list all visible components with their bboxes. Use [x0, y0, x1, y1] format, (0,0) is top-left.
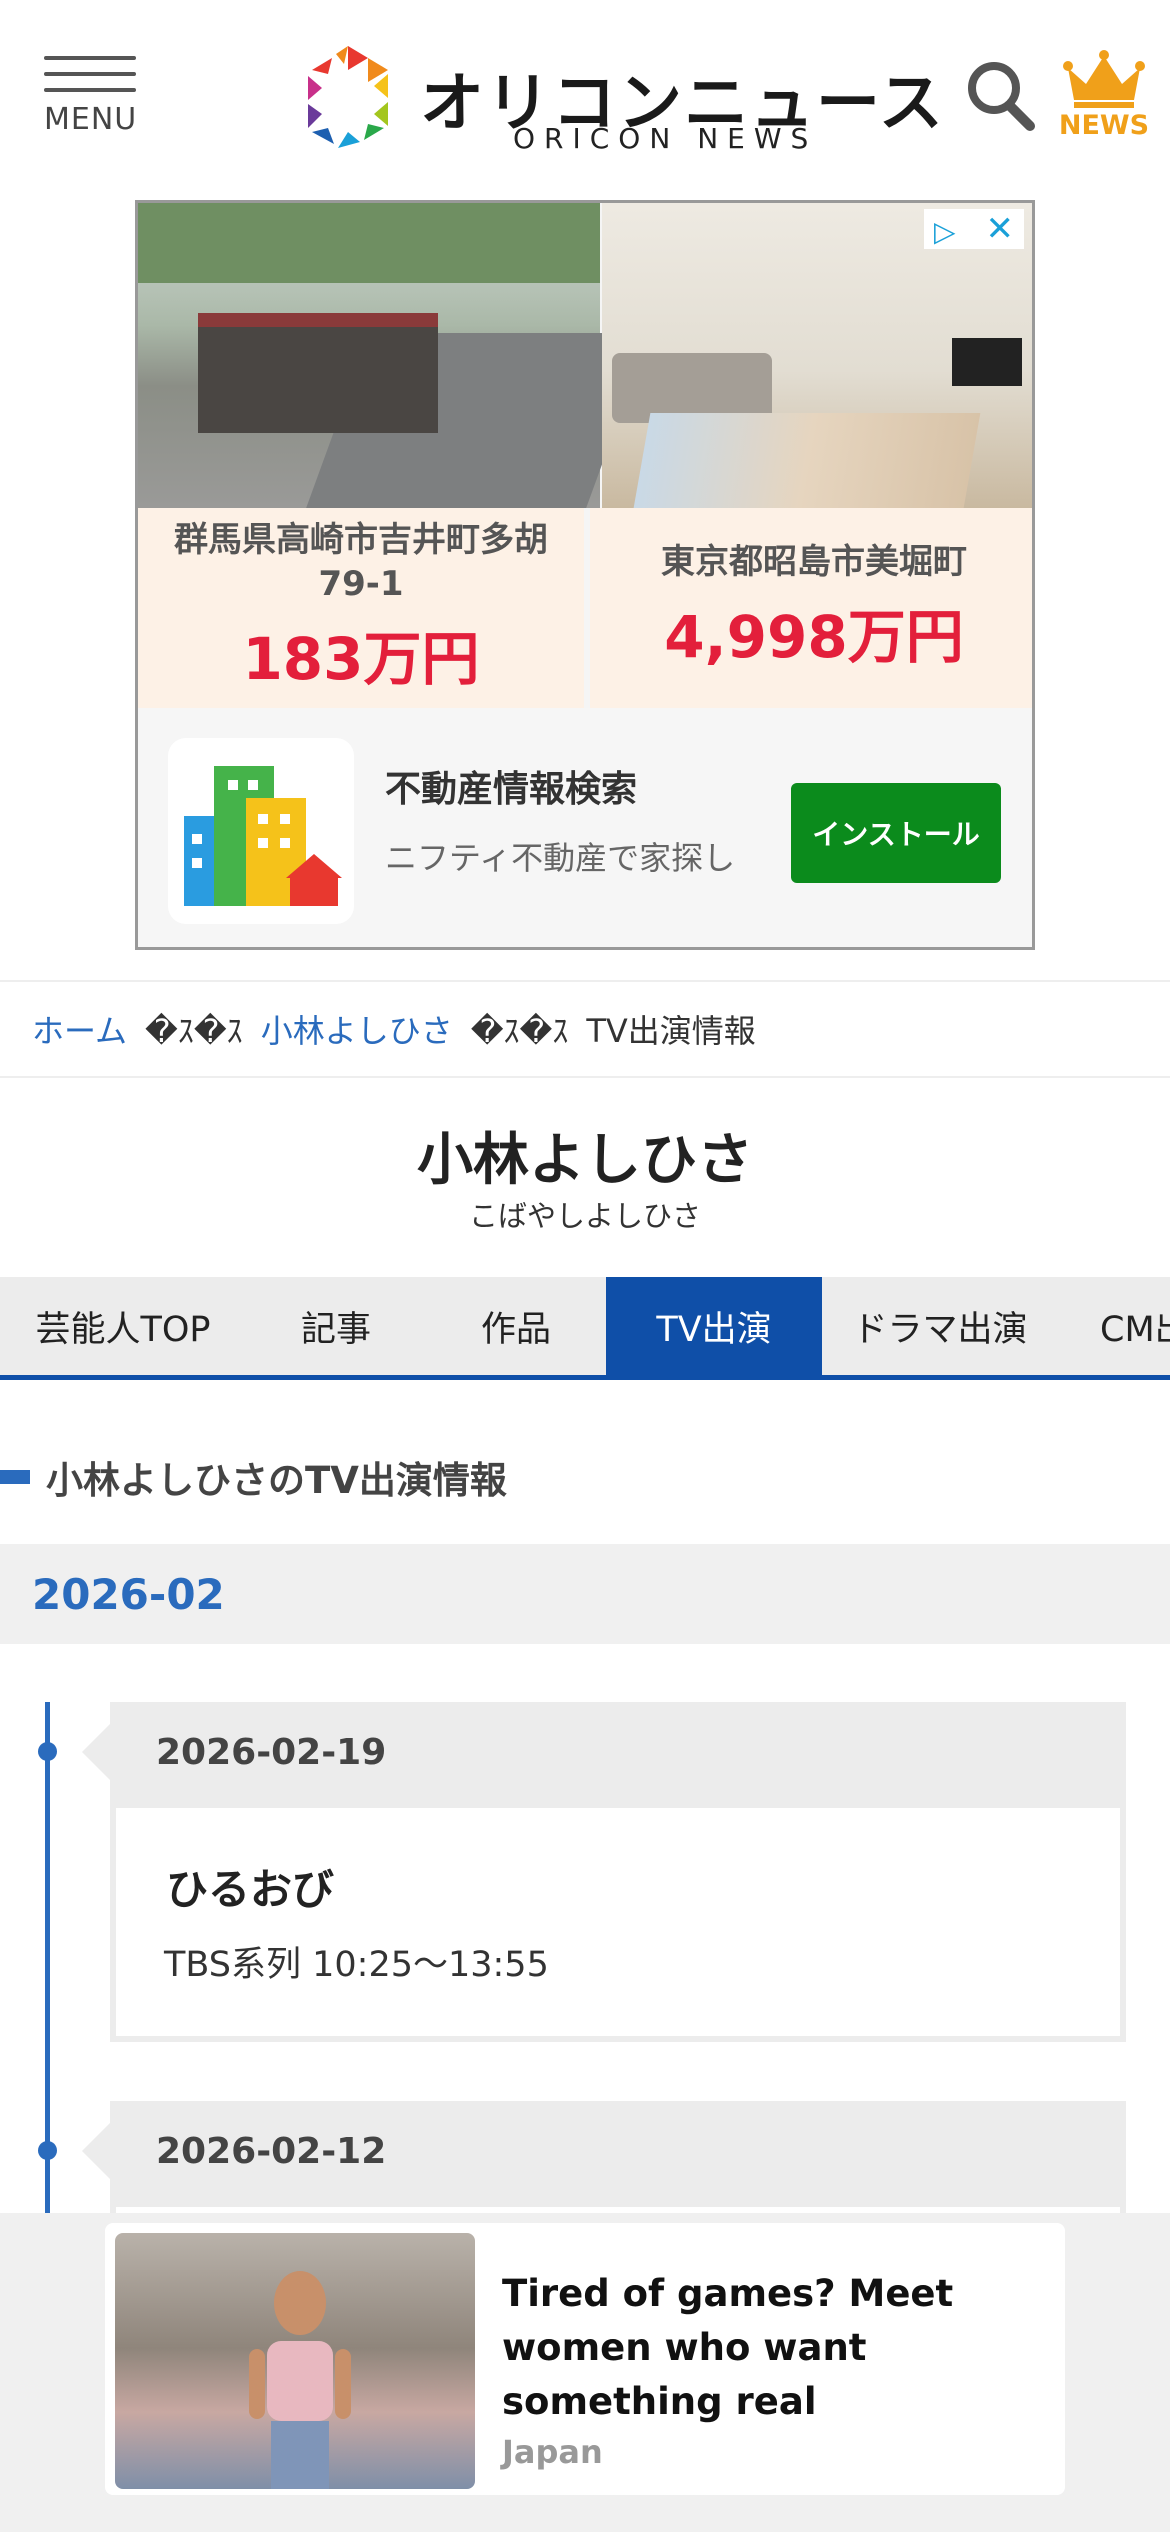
news-button[interactable]: NEWS [1058, 50, 1150, 141]
tv-entry-card[interactable]: ひるおび TBS系列 10:25～13:55 [110, 1802, 1126, 2042]
adchoices-icon[interactable]: ▷ [934, 215, 956, 248]
tab-tv-appearances[interactable]: TV出演 [606, 1277, 822, 1375]
ad-choices[interactable]: ▷ ✕ [924, 209, 1024, 249]
site-header: MENU オリコンニュース ORICON NEWS NEWS [0, 0, 1170, 196]
page-title-kana: こばやしよしひさ [468, 1199, 701, 1233]
section-heading: 小林よしひさのTV出演情報 [0, 1450, 1170, 1504]
program-channel-time: TBS系列 10:25～13:55 [164, 1945, 549, 1985]
category-tabs: 芸能人TOP 記事 作品 TV出演 ドラマ出演 CM出演 [0, 1277, 1170, 1380]
ad-photo-garage[interactable] [138, 203, 650, 508]
ad-listing-1[interactable]: 群馬県高崎市吉井町多胡 79-1 183万円 [138, 508, 584, 708]
breadcrumb: ホーム �ｽ�ｽ 小林よしひさ �ｽ�ｽ TV出演情報 [0, 980, 1170, 1078]
entry-date: 2026-02-12 [82, 2101, 1126, 2201]
building-icon [168, 738, 354, 924]
listing-price: 183万円 [242, 625, 480, 693]
close-icon[interactable]: ✕ [986, 209, 1015, 249]
sponsored-source: Japan [502, 2433, 603, 2471]
ad-listing-2[interactable]: 東京都昭島市美堀町 4,998万円 [590, 508, 1032, 708]
search-icon[interactable] [966, 60, 1036, 132]
breadcrumb-person[interactable]: 小林よしひさ [261, 1006, 453, 1052]
hamburger-icon [44, 56, 136, 92]
tab-celebrity-top[interactable]: 芸能人TOP [0, 1277, 246, 1375]
sponsored-title[interactable]: Tired of games? Meet women who want some… [502, 2267, 1022, 2429]
tab-articles[interactable]: 記事 [246, 1277, 426, 1375]
ad-app-title: 不動産情報検索 [385, 769, 638, 810]
sponsored-photo[interactable] [115, 2233, 475, 2489]
page-title: 小林よしひさ [417, 1128, 753, 1193]
listing-address: 群馬県高崎市吉井町多胡 79-1 [174, 520, 548, 604]
crown-icon [1063, 50, 1145, 108]
ad-app-subtitle: ニフティ不動産で家探し [385, 839, 736, 877]
breadcrumb-separator: �ｽ�ｽ [470, 1012, 569, 1050]
real-estate-ad[interactable]: ▷ ✕ 群馬県高崎市吉井町多胡 79-1 183万円 東京都昭島市美堀町 4,9… [135, 200, 1035, 950]
month-header: 2026-02 [0, 1544, 1170, 1644]
oricon-logo-icon [308, 46, 388, 148]
menu-button[interactable]: MENU [44, 56, 136, 137]
section-heading-text: 小林よしひさのTV出演情報 [46, 1459, 507, 1502]
news-label: NEWS [1058, 110, 1150, 141]
ad-app-row[interactable]: 不動産情報検索 ニフティ不動産で家探し インストール [138, 708, 1032, 947]
entry-date: 2026-02-19 [82, 1702, 1126, 1802]
tab-drama-appearances[interactable]: ドラマ出演 [822, 1277, 1058, 1375]
sticky-bottom-ad[interactable]: Tired of games? Meet women who want some… [0, 2213, 1170, 2532]
site-logo[interactable]: オリコンニュース ORICON NEWS [298, 44, 943, 155]
menu-label: MENU [44, 102, 138, 137]
timeline-dot [38, 1742, 57, 1761]
program-title[interactable]: ひるおび [166, 1856, 334, 1917]
heading-accent-bar [0, 1470, 30, 1484]
person-photo-icon [249, 2271, 351, 2489]
breadcrumb-current: TV出演情報 [586, 1012, 756, 1050]
listing-price: 4,998万円 [664, 603, 964, 671]
logo-text-en: ORICON NEWS [513, 122, 818, 155]
breadcrumb-separator: �ｽ�ｽ [145, 1012, 243, 1050]
timeline-dot [38, 2141, 57, 2160]
install-button[interactable]: インストール [791, 783, 1001, 883]
sponsored-card[interactable]: Tired of games? Meet women who want some… [105, 2223, 1065, 2495]
listing-address: 東京都昭島市美堀町 [661, 542, 967, 582]
tab-works[interactable]: 作品 [426, 1277, 606, 1375]
breadcrumb-home[interactable]: ホーム [32, 1006, 127, 1052]
tab-cm-appearances[interactable]: CM出演 [1058, 1277, 1170, 1375]
